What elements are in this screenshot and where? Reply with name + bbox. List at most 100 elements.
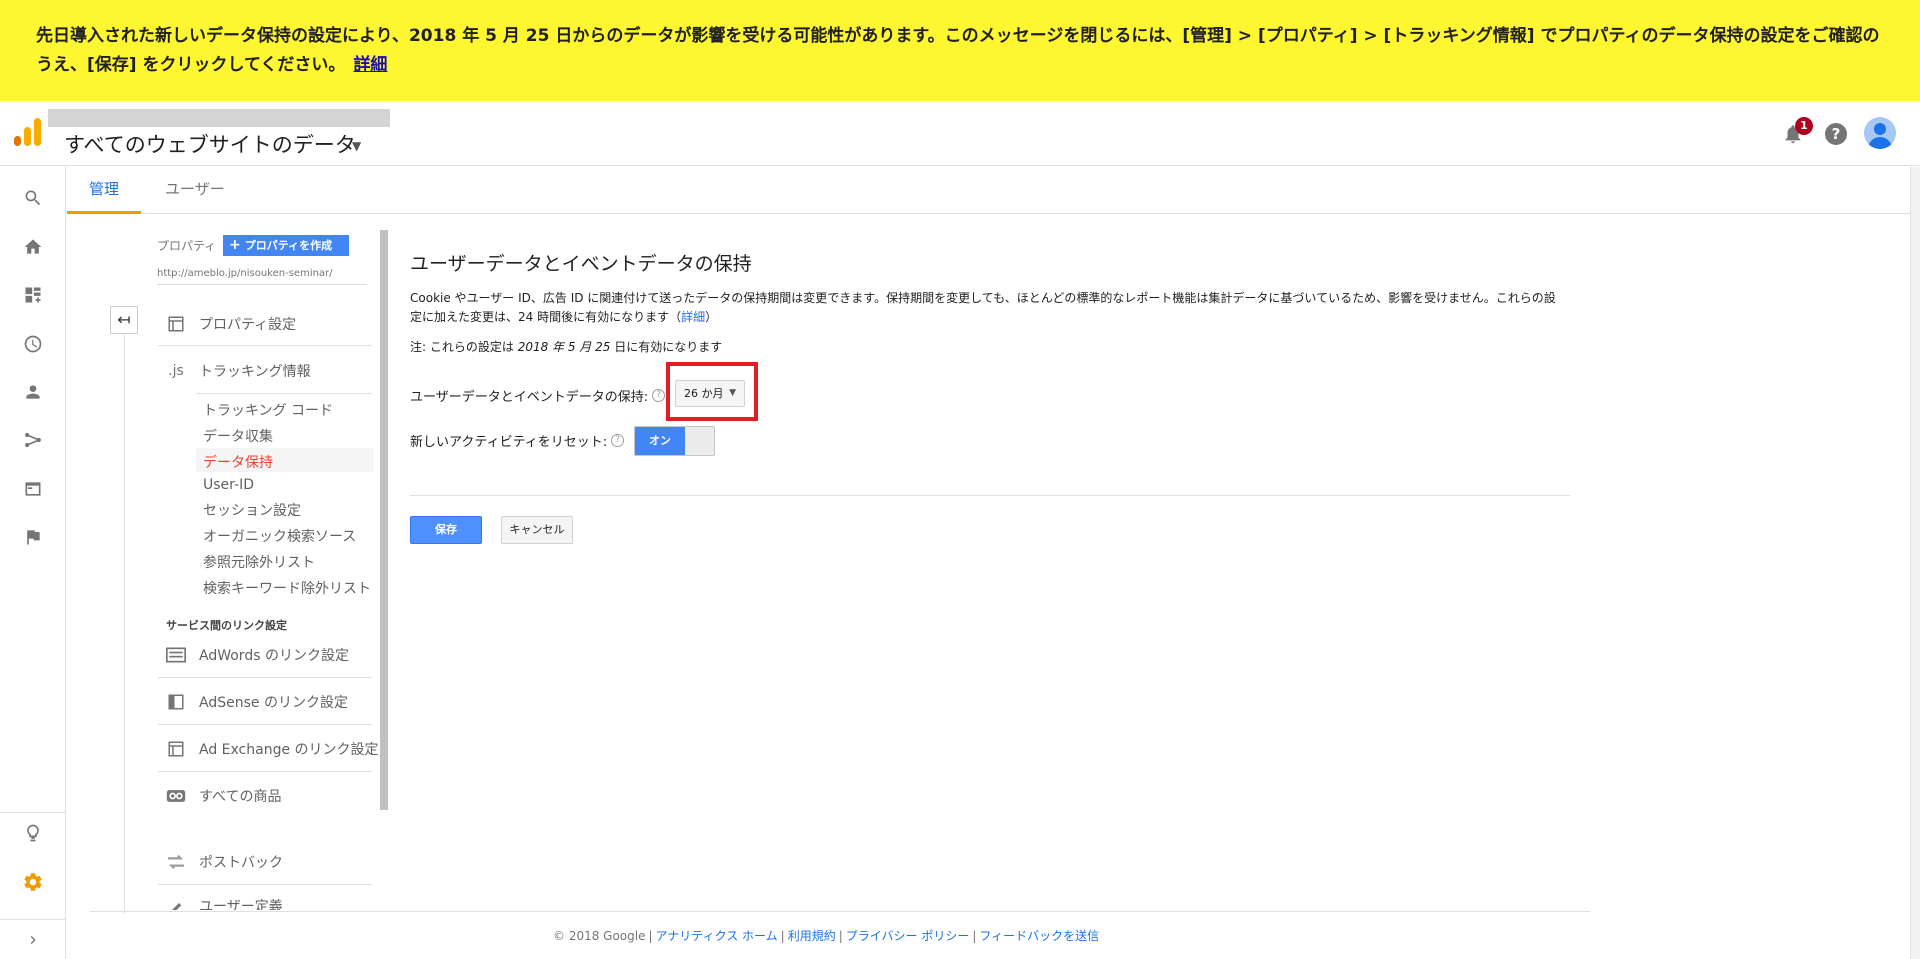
sub-referral-exclusion[interactable]: 参照元除外リスト bbox=[203, 552, 315, 572]
cancel-button[interactable]: キャンセル bbox=[501, 516, 573, 544]
note-prefix: 注: これらの設定は bbox=[410, 340, 518, 354]
user-definitions-icon bbox=[165, 896, 187, 910]
nav-all-products-label: すべての商品 bbox=[199, 789, 282, 805]
nav-adexchange-label: Ad Exchange のリンク設定 bbox=[199, 742, 379, 758]
retention-field: ユーザーデータとイベントデータの保持: ? bbox=[410, 386, 666, 405]
create-property-button[interactable]: + プロパティを作成 bbox=[223, 235, 349, 256]
adsense-icon bbox=[165, 692, 187, 712]
left-column-scrollbar[interactable] bbox=[380, 230, 388, 810]
banner-details-link[interactable]: 詳細 bbox=[353, 55, 387, 75]
reset-label: 新しいアクティビティをリセット: bbox=[410, 435, 608, 450]
audience-person-icon[interactable] bbox=[21, 380, 45, 404]
left-rail bbox=[0, 167, 66, 959]
sub-data-retention[interactable]: データ保持 bbox=[203, 452, 273, 472]
account-path-redacted bbox=[48, 109, 390, 127]
behavior-icon[interactable] bbox=[21, 477, 45, 501]
footer-divider bbox=[90, 911, 1590, 912]
create-property-label: プロパティを作成 bbox=[244, 239, 333, 252]
nav-postback[interactable]: ポストバック bbox=[165, 852, 283, 872]
realtime-clock-icon[interactable] bbox=[21, 332, 45, 356]
nav-adexchange-links[interactable]: Ad Exchange のリンク設定 bbox=[165, 739, 379, 759]
property-label: プロパティ bbox=[157, 239, 217, 253]
reset-activity-toggle[interactable]: オン bbox=[634, 426, 715, 456]
help-question-icon[interactable]: ? bbox=[652, 389, 666, 402]
conversions-flag-icon[interactable] bbox=[21, 525, 45, 549]
adexchange-icon bbox=[165, 739, 187, 759]
description-details-link[interactable]: 詳細 bbox=[681, 310, 705, 324]
description-text: Cookie やユーザー ID、広告 ID に関連付けて送ったデータの保持期間は… bbox=[410, 291, 1556, 324]
expand-chevron-icon[interactable] bbox=[0, 919, 66, 959]
sub-organic-search[interactable]: オーガニック検索ソース bbox=[203, 526, 356, 546]
nav-divider bbox=[158, 724, 372, 725]
dashboard-icon[interactable] bbox=[21, 283, 45, 307]
notification-badge: 1 bbox=[1795, 117, 1813, 135]
chevron-down-icon[interactable]: ▼ bbox=[352, 139, 361, 153]
nav-property-settings[interactable]: プロパティ設定 bbox=[165, 314, 296, 334]
footer-copyright: © 2018 Google bbox=[553, 929, 646, 943]
lightbulb-icon[interactable] bbox=[21, 821, 45, 845]
form-divider bbox=[410, 495, 1570, 496]
acquisition-icon[interactable] bbox=[21, 428, 45, 452]
nav-divider bbox=[158, 345, 372, 346]
rail-bottom-section bbox=[0, 812, 66, 944]
top-header: すべてのウェブサイトのデータ ▼ 1 ? bbox=[0, 101, 1920, 166]
footer-link-privacy[interactable]: プライバシー ポリシー bbox=[846, 929, 970, 943]
back-arrow-icon[interactable]: ↤ bbox=[110, 306, 138, 334]
gear-icon[interactable] bbox=[21, 870, 45, 894]
analytics-logo-icon[interactable] bbox=[14, 118, 42, 146]
retention-period-dropdown[interactable]: 26 か月 ▼ bbox=[675, 380, 745, 407]
effective-date-note: 注: これらの設定は 2018 年 5 月 25 日に有効になります bbox=[410, 338, 722, 355]
sub-tracking-code[interactable]: トラッキング コード bbox=[203, 400, 333, 420]
nav-adsense-label: AdSense のリンク設定 bbox=[199, 695, 348, 711]
retention-description: Cookie やユーザー ID、広告 ID に関連付けて送ったデータの保持期間は… bbox=[410, 289, 1560, 327]
sub-user-id[interactable]: User-ID bbox=[203, 477, 254, 493]
home-icon[interactable] bbox=[21, 235, 45, 259]
note-suffix: 日に有効になります bbox=[610, 340, 723, 354]
page-scrollbar[interactable] bbox=[1910, 167, 1920, 959]
sub-data-collection[interactable]: データ収集 bbox=[203, 426, 273, 446]
admin-tabs: 管理 ユーザー bbox=[67, 167, 1910, 214]
nav-divider bbox=[158, 677, 372, 678]
sub-session-settings[interactable]: セッション設定 bbox=[203, 500, 301, 520]
nav-tracking-info[interactable]: .js トラッキング情報 bbox=[165, 361, 311, 381]
nav-all-products[interactable]: すべての商品 bbox=[165, 786, 281, 806]
chevron-down-icon: ▼ bbox=[729, 388, 736, 398]
adwords-icon bbox=[165, 645, 187, 665]
property-url-divider bbox=[157, 284, 367, 285]
banner-message: 先日導入された新しいデータ保持の設定により、2018 年 5 月 25 日からの… bbox=[36, 26, 1880, 75]
nav-adsense-links[interactable]: AdSense のリンク設定 bbox=[165, 692, 348, 712]
nav-divider bbox=[158, 771, 372, 772]
column-guide-line bbox=[124, 334, 125, 914]
reset-field: 新しいアクティビティをリセット: ? bbox=[410, 431, 625, 450]
link-icon bbox=[165, 786, 187, 806]
property-settings-icon bbox=[165, 314, 187, 334]
footer-link-analytics-home[interactable]: アナリティクス ホーム bbox=[656, 929, 778, 943]
help-icon[interactable]: ? bbox=[1825, 123, 1847, 145]
footer-link-feedback[interactable]: フィードバックを送信 bbox=[979, 929, 1099, 943]
toggle-on-label: オン bbox=[635, 427, 685, 455]
avatar[interactable] bbox=[1864, 117, 1896, 149]
search-icon[interactable] bbox=[21, 186, 45, 210]
nav-divider bbox=[196, 393, 372, 394]
sub-search-term-exclusion[interactable]: 検索キーワード除外リスト bbox=[203, 578, 371, 598]
save-button[interactable]: 保存 bbox=[410, 516, 482, 544]
banner-text: 先日導入された新しいデータ保持の設定により、2018 年 5 月 25 日からの… bbox=[36, 22, 1896, 80]
property-url: http://ameblo.jp/nisouken-seminar/ bbox=[157, 268, 333, 279]
account-view-selector[interactable]: すべてのウェブサイトのデータ bbox=[64, 129, 356, 159]
nav-property-settings-label: プロパティ設定 bbox=[199, 317, 297, 333]
page-title: ユーザーデータとイベントデータの保持 bbox=[410, 253, 752, 275]
tab-user[interactable]: ユーザー bbox=[143, 167, 247, 214]
description-end: ） bbox=[705, 310, 718, 324]
js-icon: .js bbox=[168, 363, 184, 379]
help-question-icon[interactable]: ? bbox=[611, 434, 625, 447]
data-retention-banner: 先日導入された新しいデータ保持の設定により、2018 年 5 月 25 日からの… bbox=[0, 0, 1920, 101]
retention-period-value: 26 か月 bbox=[684, 387, 724, 400]
plus-icon: + bbox=[229, 237, 241, 253]
footer-link-terms[interactable]: 利用規約 bbox=[788, 929, 836, 943]
nav-divider bbox=[158, 884, 372, 885]
nav-user-definitions[interactable]: ユーザー定義 bbox=[165, 896, 283, 910]
nav-tracking-info-label: トラッキング情報 bbox=[199, 364, 311, 380]
tab-admin[interactable]: 管理 bbox=[67, 167, 142, 214]
note-date: 2018 年 5 月 25 bbox=[517, 340, 611, 354]
nav-adwords-links[interactable]: AdWords のリンク設定 bbox=[165, 645, 349, 665]
